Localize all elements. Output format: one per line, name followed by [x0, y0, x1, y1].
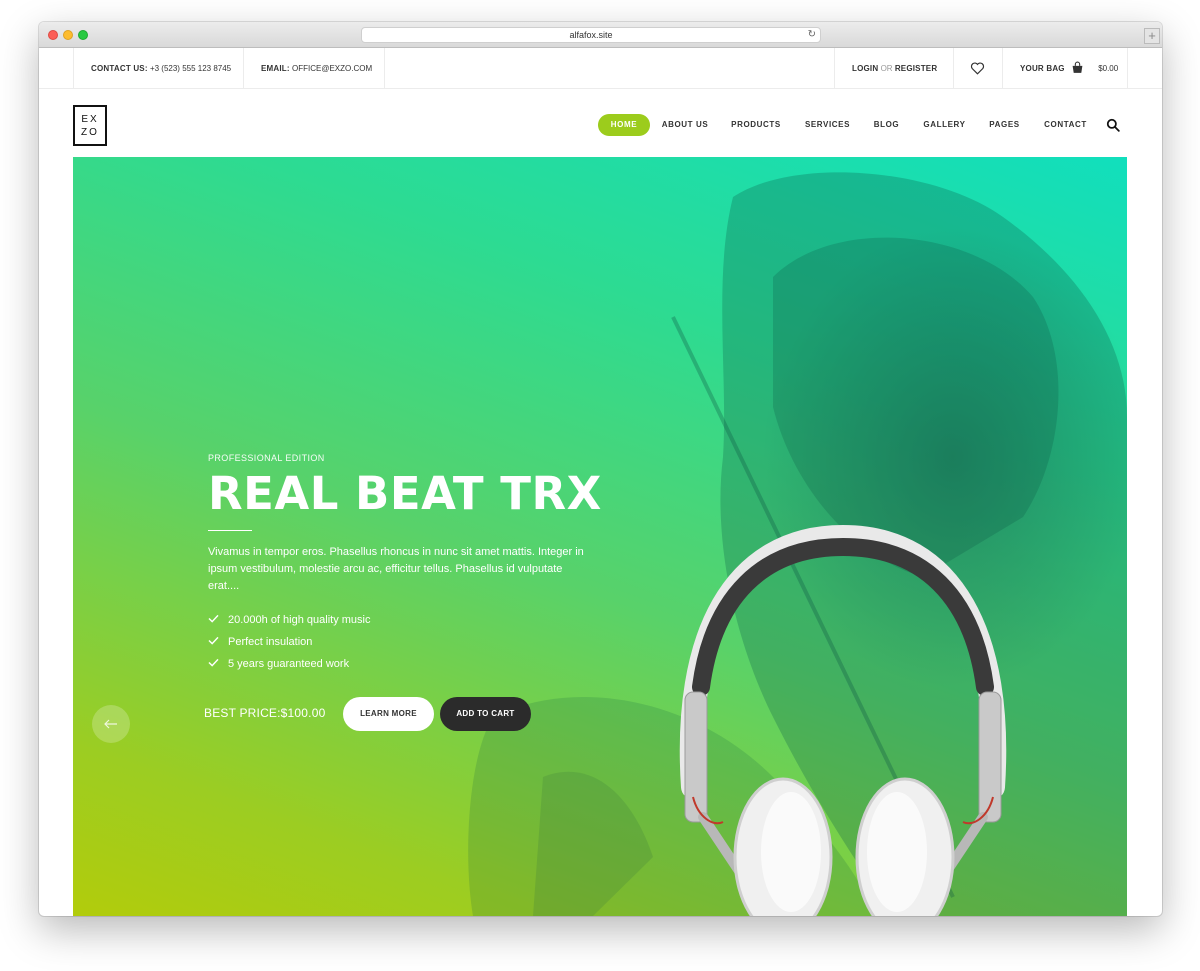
zoom-window-button[interactable]	[78, 30, 88, 40]
nav-services[interactable]: SERVICES	[800, 114, 855, 136]
best-price: BEST PRICE:$100.00	[204, 706, 326, 720]
nav-gallery[interactable]: GALLERY	[919, 114, 970, 136]
search-icon[interactable]	[1106, 118, 1120, 132]
add-to-cart-button[interactable]: ADD TO CART	[440, 697, 531, 731]
bag-total: $0.00	[1098, 64, 1119, 73]
divider	[384, 48, 385, 89]
heart-icon	[970, 62, 985, 75]
learn-more-button[interactable]: LEARN MORE	[343, 697, 434, 731]
contact-label: CONTACT US:	[91, 64, 148, 73]
check-icon	[208, 614, 220, 626]
email-label: EMAIL:	[261, 64, 290, 73]
or-separator: OR	[880, 64, 893, 73]
email-info: EMAIL: OFFICE@EXZO.COM	[243, 48, 384, 89]
browser-window: alfafox.site ↻ + CONTACT US: +3 (523) 55…	[39, 22, 1162, 916]
logo-line-1: EX	[81, 114, 99, 125]
minimize-window-button[interactable]	[63, 30, 73, 40]
register-link[interactable]: REGISTER	[895, 64, 938, 73]
headphones-product-image	[679, 524, 1007, 916]
shopping-bag-icon	[1072, 61, 1083, 73]
nav-about-us[interactable]: ABOUT US	[656, 114, 714, 136]
check-icon	[208, 636, 220, 648]
cart-summary[interactable]: YOUR BAG $0.00	[1002, 48, 1127, 89]
bag-label: YOUR BAG	[1020, 64, 1065, 73]
nav-pages[interactable]: PAGES	[983, 114, 1026, 136]
hero-slider: PROFESSIONAL EDITION REAL BEAT TRX Vivam…	[73, 157, 1127, 916]
feature-item: Perfect insulation	[208, 636, 312, 648]
address-text: alfafox.site	[569, 30, 613, 40]
hero-edition: PROFESSIONAL EDITION	[208, 453, 325, 463]
arrow-left-icon	[104, 719, 117, 729]
feature-item: 5 years guaranteed work	[208, 658, 349, 670]
check-icon	[208, 658, 220, 670]
divider	[1127, 48, 1128, 89]
account-links: LOGIN OR REGISTER	[834, 48, 953, 89]
wishlist-button[interactable]	[953, 48, 1002, 89]
top-info-bar: CONTACT US: +3 (523) 555 123 8745 EMAIL:…	[39, 48, 1162, 89]
site-header: EX ZO HOME ABOUT US PRODUCTS SERVICES BL…	[39, 89, 1162, 157]
contact-info: CONTACT US: +3 (523) 555 123 8745	[73, 48, 243, 89]
hero-description: Vivamus in tempor eros. Phasellus rhoncu…	[208, 546, 584, 592]
nav-products[interactable]: PRODUCTS	[726, 114, 786, 136]
logo-line-2: ZO	[81, 127, 99, 138]
site-logo[interactable]: EX ZO	[73, 105, 107, 146]
contact-phone[interactable]: +3 (523) 555 123 8745	[150, 64, 231, 73]
browser-titlebar: alfafox.site ↻ +	[39, 22, 1162, 48]
login-link[interactable]: LOGIN	[852, 64, 878, 73]
nav-blog[interactable]: BLOG	[868, 114, 905, 136]
slider-prev-button[interactable]	[92, 705, 130, 743]
close-window-button[interactable]	[48, 30, 58, 40]
feature-item: 20.000h of high quality music	[208, 614, 370, 626]
address-bar[interactable]: alfafox.site ↻	[361, 27, 821, 43]
feature-text: 20.000h of high quality music	[228, 614, 371, 626]
title-divider	[208, 530, 252, 531]
email-link[interactable]: OFFICE@EXZO.COM	[292, 64, 372, 73]
reload-icon[interactable]: ↻	[808, 28, 816, 42]
hero-title: REAL BEAT TRX	[208, 467, 602, 520]
nav-contact[interactable]: CONTACT	[1038, 114, 1093, 136]
feature-text: Perfect insulation	[228, 636, 313, 648]
new-tab-button[interactable]: +	[1144, 28, 1160, 44]
nav-home[interactable]: HOME	[598, 114, 650, 136]
feature-text: 5 years guaranteed work	[228, 658, 350, 670]
